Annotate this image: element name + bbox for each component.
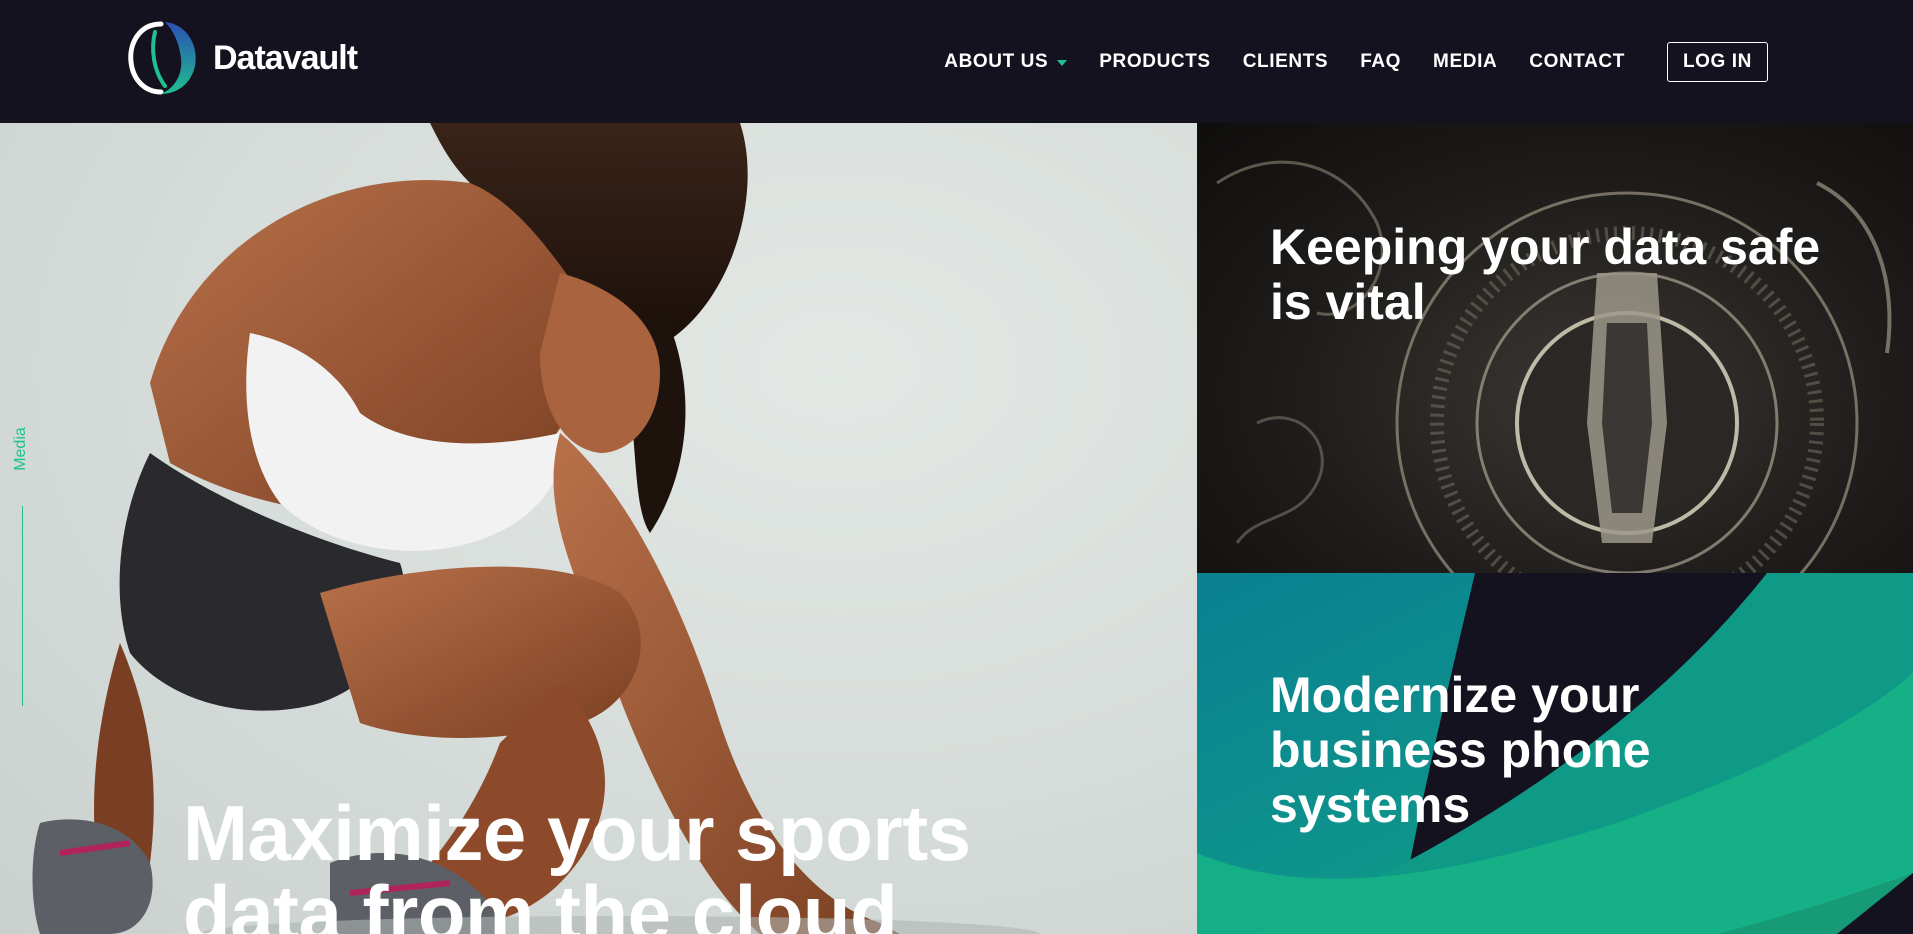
nav-item-label: CONTACT: [1529, 50, 1625, 72]
datavault-logo-icon: [128, 21, 196, 95]
nav-item-label: ABOUT US: [944, 50, 1049, 72]
brand-name: Datavault: [213, 38, 358, 77]
main-nav: ABOUT US PRODUCTS CLIENTS FAQ MEDIA CONT…: [944, 0, 1913, 123]
side-divider-line: [22, 506, 23, 706]
nav-item-label: MEDIA: [1433, 50, 1498, 72]
nav-item-label: FAQ: [1360, 50, 1402, 72]
vault-dial-image: [1216, 160, 1892, 573]
brand-logo[interactable]: Datavault: [125, 18, 358, 98]
nav-item-about-us[interactable]: ABOUT US: [944, 50, 1068, 73]
nav-item-faq[interactable]: FAQ: [1360, 51, 1401, 73]
nav-item-products[interactable]: PRODUCTS: [1099, 51, 1210, 73]
hero-section[interactable]: Media Maximize your sports data from the…: [0, 123, 1197, 934]
caret-down-icon: [1057, 60, 1068, 66]
feature-tile-phone-systems[interactable]: Modernize your business phone systems: [1197, 573, 1913, 934]
tile-title: Modernize your business phone systems: [1270, 667, 1651, 833]
nav-item-label: CLIENTS: [1242, 50, 1329, 72]
nav-item-contact[interactable]: CONTACT: [1529, 51, 1625, 73]
login-button[interactable]: LOG IN: [1666, 41, 1768, 82]
feature-tile-security[interactable]: Keeping your data safe is vital: [1197, 123, 1913, 573]
tile-title: Keeping your data safe is vital: [1270, 219, 1821, 330]
section-side-label: Media: [10, 424, 32, 474]
nav-item-label: PRODUCTS: [1099, 50, 1211, 72]
hero-title: Maximize your sports data from the cloud: [183, 789, 971, 934]
nav-item-media[interactable]: MEDIA: [1433, 51, 1497, 73]
side-label-text: Media: [12, 427, 29, 471]
nav-item-clients[interactable]: CLIENTS: [1243, 51, 1328, 73]
site-header: Datavault ABOUT US PRODUCTS CLIENTS FAQ …: [0, 0, 1913, 123]
